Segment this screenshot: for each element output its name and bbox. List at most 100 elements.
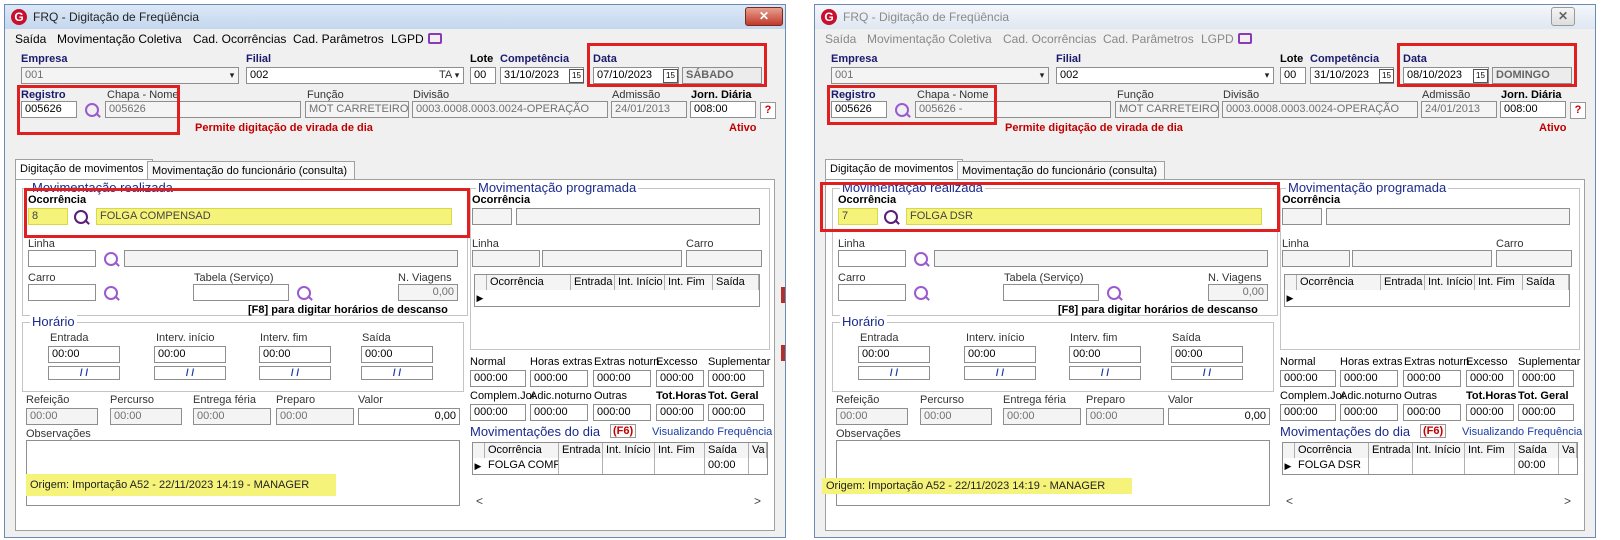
table-row[interactable]: ▶ bbox=[474, 290, 760, 307]
saida-data-field[interactable]: / / bbox=[361, 366, 433, 380]
interv-fim-field[interactable]: 00:00 bbox=[259, 346, 331, 363]
chevron-down-icon[interactable]: ▾ bbox=[450, 68, 464, 83]
col-va[interactable]: Va bbox=[749, 443, 767, 459]
col-entrada[interactable]: Entrada bbox=[559, 443, 603, 459]
entrega-feria-field[interactable]: 00:00 bbox=[1003, 408, 1081, 425]
col-int-fim[interactable]: Int. Fim bbox=[1465, 443, 1515, 459]
menu-cad-ocorrencias[interactable]: Cad. Ocorrências bbox=[1003, 32, 1096, 46]
menu-movimentacao-coletiva[interactable]: Movimentação Coletiva bbox=[57, 32, 182, 46]
col-ocorrencia[interactable]: Ocorrência bbox=[485, 443, 559, 459]
valor-field[interactable]: 0,00 bbox=[358, 408, 460, 425]
n-viagens-field[interactable]: 0,00 bbox=[398, 284, 458, 301]
col-int-inicio[interactable]: Int. Início bbox=[615, 275, 665, 291]
jornada-field[interactable]: 008:00 bbox=[1500, 101, 1566, 118]
entrada-field[interactable]: 00:00 bbox=[858, 346, 930, 363]
interv-inicio-data-field[interactable]: / / bbox=[964, 366, 1036, 380]
title-bar[interactable]: G FRQ - Digitação de Freqüência ✕ bbox=[5, 5, 785, 29]
menu-cad-ocorrencias[interactable]: Cad. Ocorrências bbox=[193, 32, 286, 46]
observacoes-textarea[interactable] bbox=[26, 440, 460, 506]
col-va[interactable]: Va bbox=[1559, 443, 1577, 459]
col-int-fim[interactable]: Int. Fim bbox=[665, 275, 713, 291]
col-entrada[interactable]: Entrada bbox=[1381, 275, 1425, 291]
scroll-right-icon[interactable]: > bbox=[1564, 494, 1571, 508]
linha-field[interactable] bbox=[28, 250, 96, 267]
col-int-inicio[interactable]: Int. Início bbox=[1413, 443, 1465, 459]
filial-field[interactable]: 002 bbox=[246, 67, 464, 84]
interv-inicio-field[interactable]: 00:00 bbox=[154, 346, 226, 363]
search-icon[interactable] bbox=[914, 286, 928, 300]
interv-fim-field[interactable]: 00:00 bbox=[1069, 346, 1141, 363]
n-viagens-field[interactable]: 0,00 bbox=[1208, 284, 1268, 301]
search-icon[interactable] bbox=[914, 252, 928, 266]
table-row[interactable]: ▶ bbox=[1284, 290, 1570, 307]
menu-cad-parametros[interactable]: Cad. Parâmetros bbox=[1103, 32, 1194, 46]
scroll-right-icon[interactable]: > bbox=[754, 494, 761, 508]
entrada-field[interactable]: 00:00 bbox=[48, 346, 120, 363]
carro-field[interactable] bbox=[28, 284, 96, 301]
saida-field[interactable]: 00:00 bbox=[1171, 346, 1243, 363]
col-saida[interactable]: Saída bbox=[713, 275, 759, 291]
col-saida[interactable]: Saída bbox=[705, 443, 749, 459]
saida-data-field[interactable]: / / bbox=[1171, 366, 1243, 380]
help-button[interactable]: ? bbox=[760, 102, 776, 119]
col-saida[interactable]: Saída bbox=[1515, 443, 1559, 459]
empresa-field[interactable]: 001 bbox=[831, 67, 1049, 84]
empresa-field[interactable]: 001 bbox=[21, 67, 239, 84]
linha-field[interactable] bbox=[838, 250, 906, 267]
tab-movimentacao-funcionario[interactable]: Movimentação do funcionário (consulta) bbox=[957, 161, 1165, 180]
close-button[interactable]: ✕ bbox=[745, 7, 783, 26]
chevron-down-icon[interactable]: ▾ bbox=[225, 68, 239, 83]
col-ocorrencia[interactable]: Ocorrência bbox=[1297, 275, 1381, 291]
preparo-field[interactable]: 00:00 bbox=[276, 408, 354, 425]
percurso-field[interactable]: 00:00 bbox=[110, 408, 182, 425]
monitor-icon[interactable] bbox=[428, 33, 442, 44]
tab-digitacao[interactable]: Digitação de movimentos bbox=[15, 159, 153, 180]
col-int-fim[interactable]: Int. Fim bbox=[1475, 275, 1523, 291]
menu-movimentacao-coletiva[interactable]: Movimentação Coletiva bbox=[867, 32, 992, 46]
interv-fim-data-field[interactable]: / / bbox=[259, 366, 331, 380]
col-int-inicio[interactable]: Int. Início bbox=[603, 443, 655, 459]
percurso-field[interactable]: 00:00 bbox=[920, 408, 992, 425]
entrega-feria-field[interactable]: 00:00 bbox=[193, 408, 271, 425]
filial-field[interactable]: 002 bbox=[1056, 67, 1274, 84]
menu-lgpd[interactable]: LGPD bbox=[1201, 32, 1234, 46]
interv-fim-data-field[interactable]: / / bbox=[1069, 366, 1141, 380]
entrada-data-field[interactable]: / / bbox=[858, 366, 930, 380]
tab-movimentacao-funcionario[interactable]: Movimentação do funcionário (consulta) bbox=[147, 161, 355, 180]
help-button[interactable]: ? bbox=[1570, 102, 1586, 119]
jornada-field[interactable]: 008:00 bbox=[690, 101, 756, 118]
menu-cad-parametros[interactable]: Cad. Parâmetros bbox=[293, 32, 384, 46]
table-row[interactable]: ▶ FOLGA COMPE 00:00 bbox=[472, 458, 768, 475]
valor-field[interactable]: 0,00 bbox=[1168, 408, 1270, 425]
col-int-inicio[interactable]: Int. Início bbox=[1425, 275, 1475, 291]
f6-shortcut[interactable]: (F6) bbox=[1420, 424, 1447, 438]
search-icon[interactable] bbox=[1107, 286, 1121, 300]
scroll-left-icon[interactable]: < bbox=[1286, 494, 1293, 508]
close-button[interactable]: ✕ bbox=[1551, 7, 1575, 26]
tabela-field[interactable] bbox=[193, 284, 289, 301]
monitor-icon[interactable] bbox=[1238, 33, 1252, 44]
table-row[interactable]: ▶ FOLGA DSR 00:00 bbox=[1282, 458, 1578, 475]
tabela-field[interactable] bbox=[1003, 284, 1099, 301]
col-int-fim[interactable]: Int. Fim bbox=[655, 443, 705, 459]
menu-lgpd[interactable]: LGPD bbox=[391, 32, 424, 46]
refeicao-field[interactable]: 00:00 bbox=[836, 408, 908, 425]
col-saida[interactable]: Saída bbox=[1523, 275, 1569, 291]
search-icon[interactable] bbox=[104, 286, 118, 300]
col-ocorrencia[interactable]: Ocorrência bbox=[1295, 443, 1369, 459]
f6-shortcut[interactable]: (F6) bbox=[610, 424, 637, 438]
title-bar[interactable]: G FRQ - Digitação de Freqüência ✕ bbox=[815, 5, 1595, 29]
chevron-down-icon[interactable]: ▾ bbox=[1260, 68, 1274, 83]
menu-saida[interactable]: Saída bbox=[825, 32, 856, 46]
search-icon[interactable] bbox=[297, 286, 311, 300]
col-entrada[interactable]: Entrada bbox=[1369, 443, 1413, 459]
calendar-icon[interactable]: 15 bbox=[1379, 69, 1394, 83]
entrada-data-field[interactable]: / / bbox=[48, 366, 120, 380]
interv-inicio-field[interactable]: 00:00 bbox=[964, 346, 1036, 363]
lote-field[interactable]: 00 bbox=[470, 67, 496, 84]
interv-inicio-data-field[interactable]: / / bbox=[154, 366, 226, 380]
col-entrada[interactable]: Entrada bbox=[571, 275, 615, 291]
tab-digitacao[interactable]: Digitação de movimentos bbox=[825, 159, 963, 180]
scroll-left-icon[interactable]: < bbox=[476, 494, 483, 508]
lote-field[interactable]: 00 bbox=[1280, 67, 1306, 84]
